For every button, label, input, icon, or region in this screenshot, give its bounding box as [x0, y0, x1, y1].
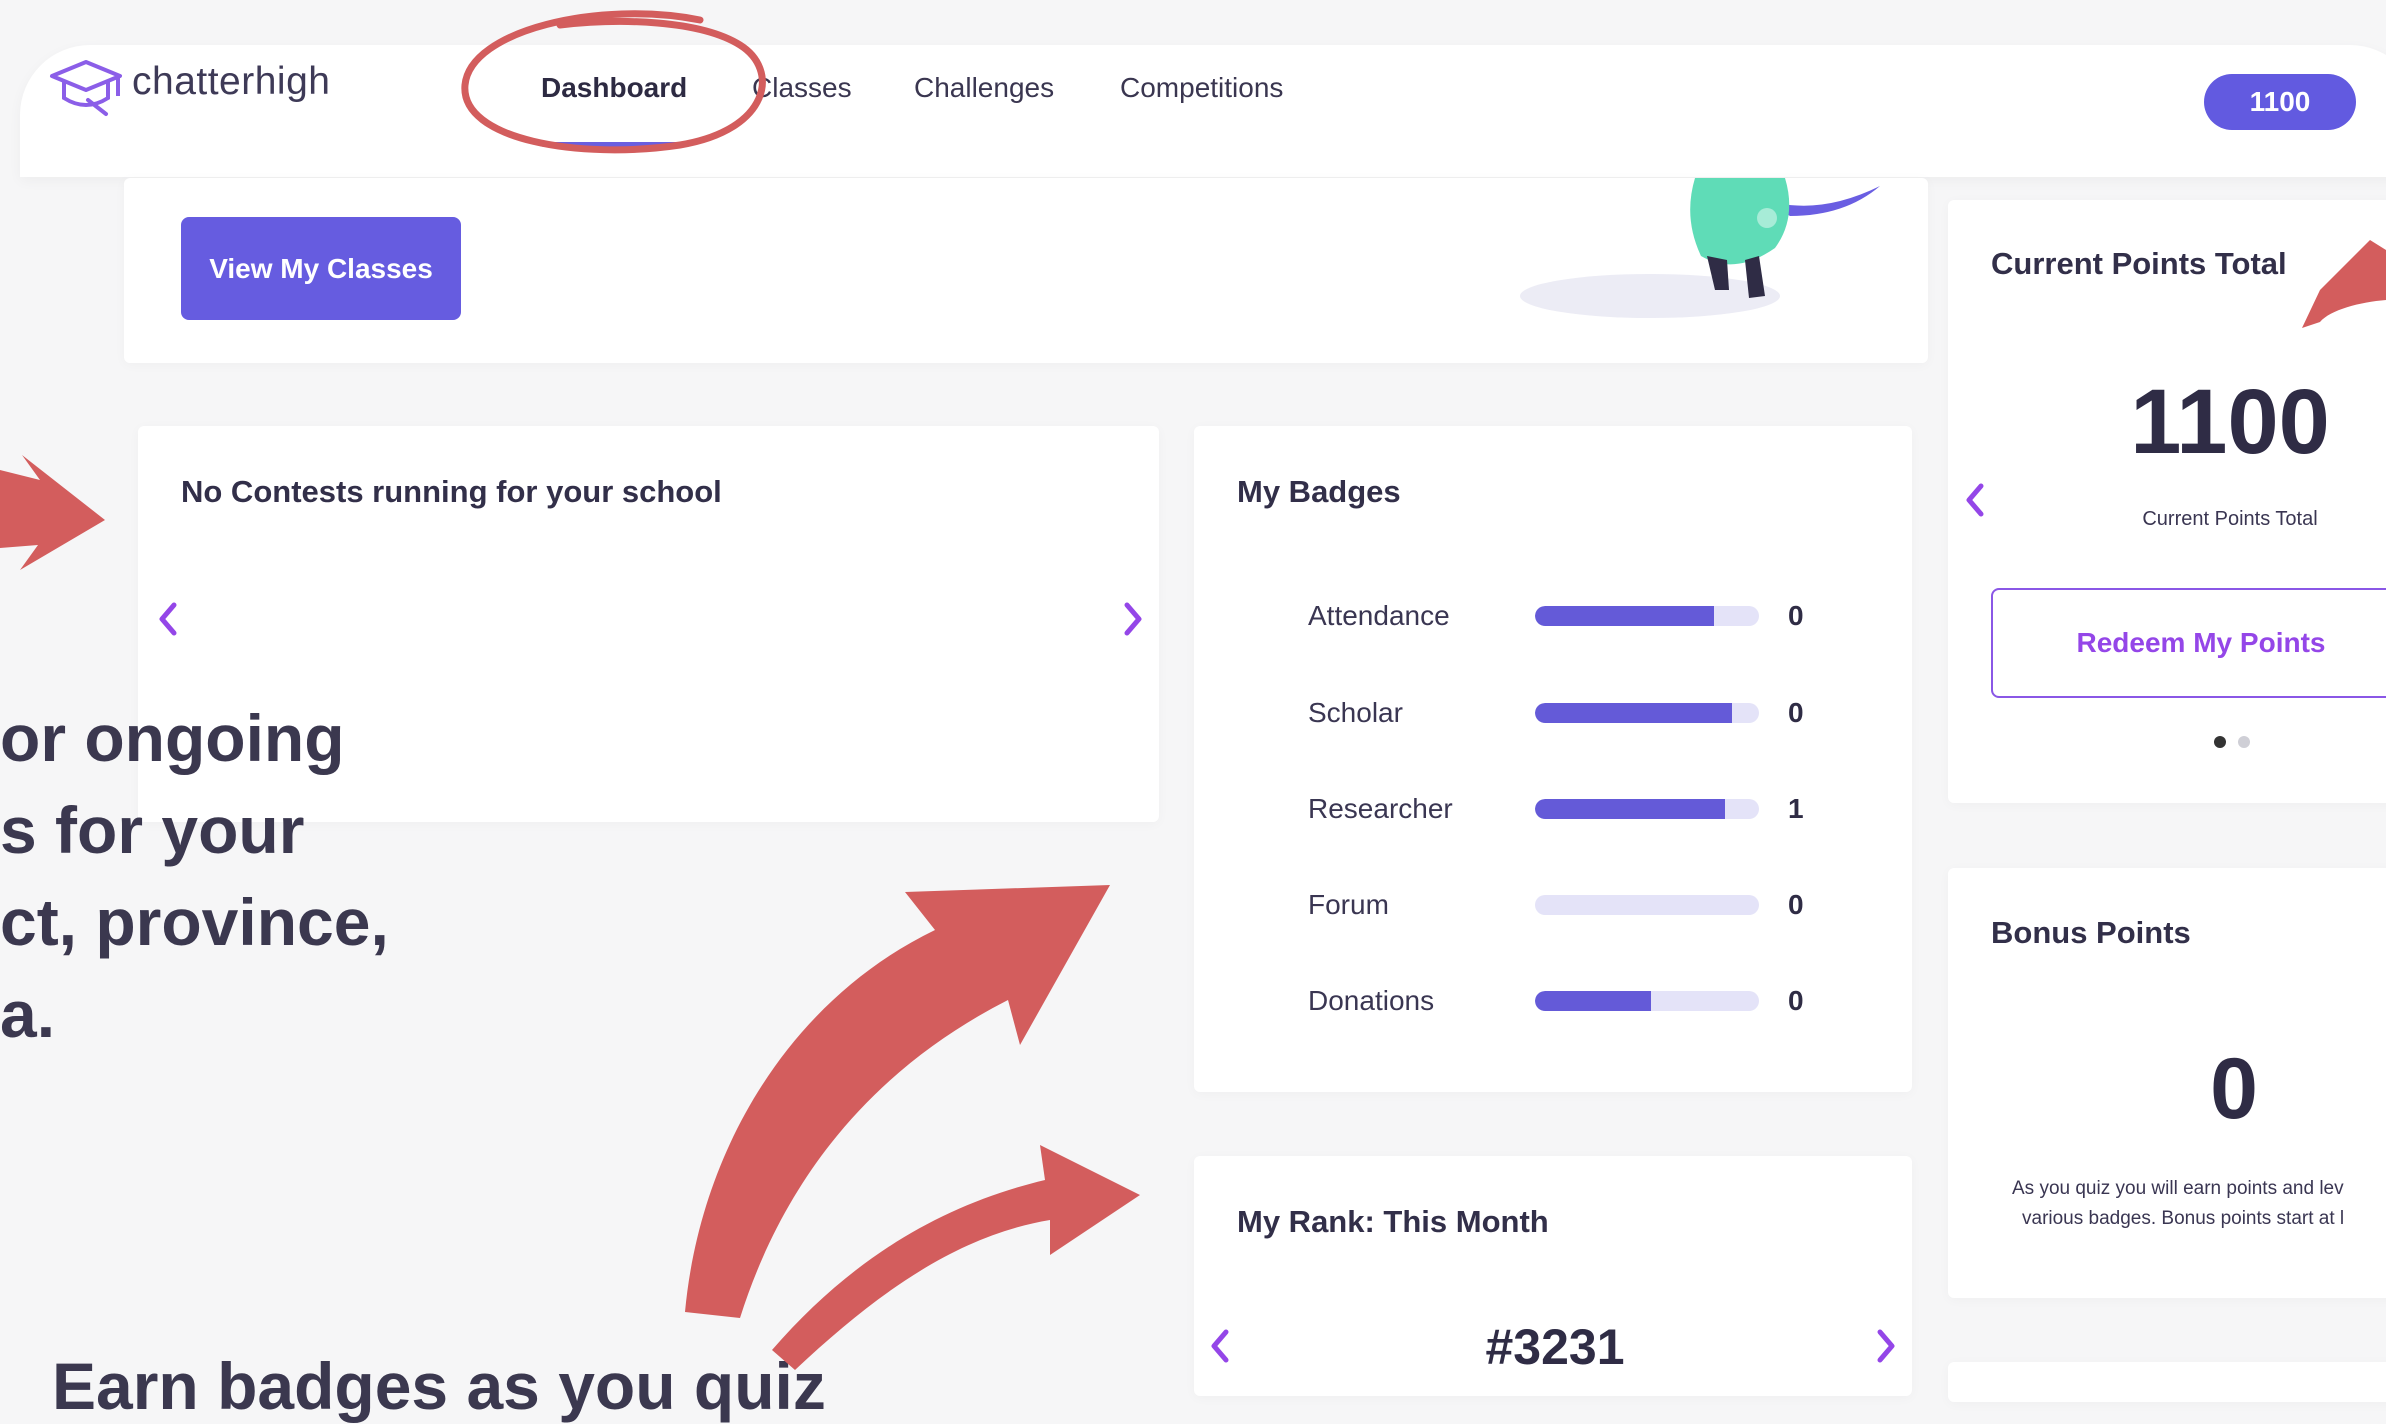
badge-value-donations: 0 [1788, 985, 1804, 1016]
badge-progress-forum [1535, 895, 1759, 915]
chevron-left-icon[interactable] [1200, 1322, 1240, 1370]
current-points-caption: Current Points Total [2142, 508, 2318, 530]
top-navigation-bar [20, 45, 2386, 177]
redeem-points-button[interactable]: Redeem My Points [1991, 588, 2386, 698]
current-points-card [1948, 200, 2386, 803]
contests-title: No Contests running for your school [181, 474, 722, 509]
badge-value-forum: 0 [1788, 889, 1804, 920]
bonus-description-line2: various badges. Bonus points start at l [2022, 1208, 2345, 1229]
annotation-arrow-rank [772, 1145, 1140, 1370]
badge-progress-scholar [1535, 703, 1759, 723]
tab-competitions[interactable]: Competitions [1120, 72, 1283, 104]
carousel-dot[interactable] [2238, 736, 2250, 748]
badge-label-forum: Forum [1308, 889, 1389, 920]
annotation-text-bottom: Earn badges as you quiz [52, 1349, 826, 1423]
active-tab-indicator [541, 142, 684, 147]
bonus-points-title: Bonus Points [1991, 915, 2191, 950]
badge-label-donations: Donations [1308, 985, 1435, 1016]
tab-challenges[interactable]: Challenges [914, 72, 1054, 104]
current-points-title: Current Points Total [1991, 246, 2287, 281]
badge-label-scholar: Scholar [1308, 697, 1403, 728]
rank-title: My Rank: This Month [1237, 1204, 1549, 1239]
next-card-partial [1948, 1362, 2386, 1402]
annotation-arrow-badges [685, 885, 1110, 1318]
chevron-right-icon[interactable] [1113, 595, 1153, 643]
badges-title: My Badges [1237, 474, 1401, 509]
carousel-dot-active[interactable] [2214, 736, 2226, 748]
badge-value-researcher: 1 [1788, 793, 1804, 824]
annotation-text-line: s for your [0, 793, 305, 867]
points-pill[interactable]: 1100 [2204, 74, 2356, 130]
badge-progress-donations [1535, 991, 1759, 1011]
brand-name[interactable]: chatterhigh [132, 60, 330, 104]
tab-classes[interactable]: Classes [752, 72, 852, 104]
annotation-text-line: a. [0, 977, 56, 1051]
badge-progress-attendance [1535, 606, 1759, 626]
badge-value-scholar: 0 [1788, 697, 1804, 728]
graduation-cap-logo-icon[interactable] [48, 58, 124, 118]
badge-label-researcher: Researcher [1308, 793, 1453, 824]
tab-dashboard[interactable]: Dashboard [541, 72, 687, 104]
badge-value-attendance: 0 [1788, 600, 1804, 631]
annotation-text-line: or ongoing [0, 701, 345, 775]
annotation-text-line: ct, province, [0, 885, 389, 959]
rank-value: #3231 [1485, 1319, 1625, 1375]
annotation-arrow-left [0, 455, 105, 570]
mascot-illustration [1520, 178, 1880, 318]
current-points-value: 1100 [2130, 371, 2330, 473]
bonus-description-line1: As you quiz you will earn points and lev [2012, 1178, 2344, 1199]
bonus-points-value: 0 [2210, 1041, 2258, 1137]
view-my-classes-button[interactable]: View My Classes [181, 217, 461, 320]
chevron-left-icon[interactable] [148, 595, 188, 643]
chevron-right-icon[interactable] [1866, 1322, 1906, 1370]
badge-progress-researcher [1535, 799, 1759, 819]
badge-label-attendance: Attendance [1308, 600, 1450, 631]
chevron-left-icon[interactable] [1955, 476, 1995, 524]
